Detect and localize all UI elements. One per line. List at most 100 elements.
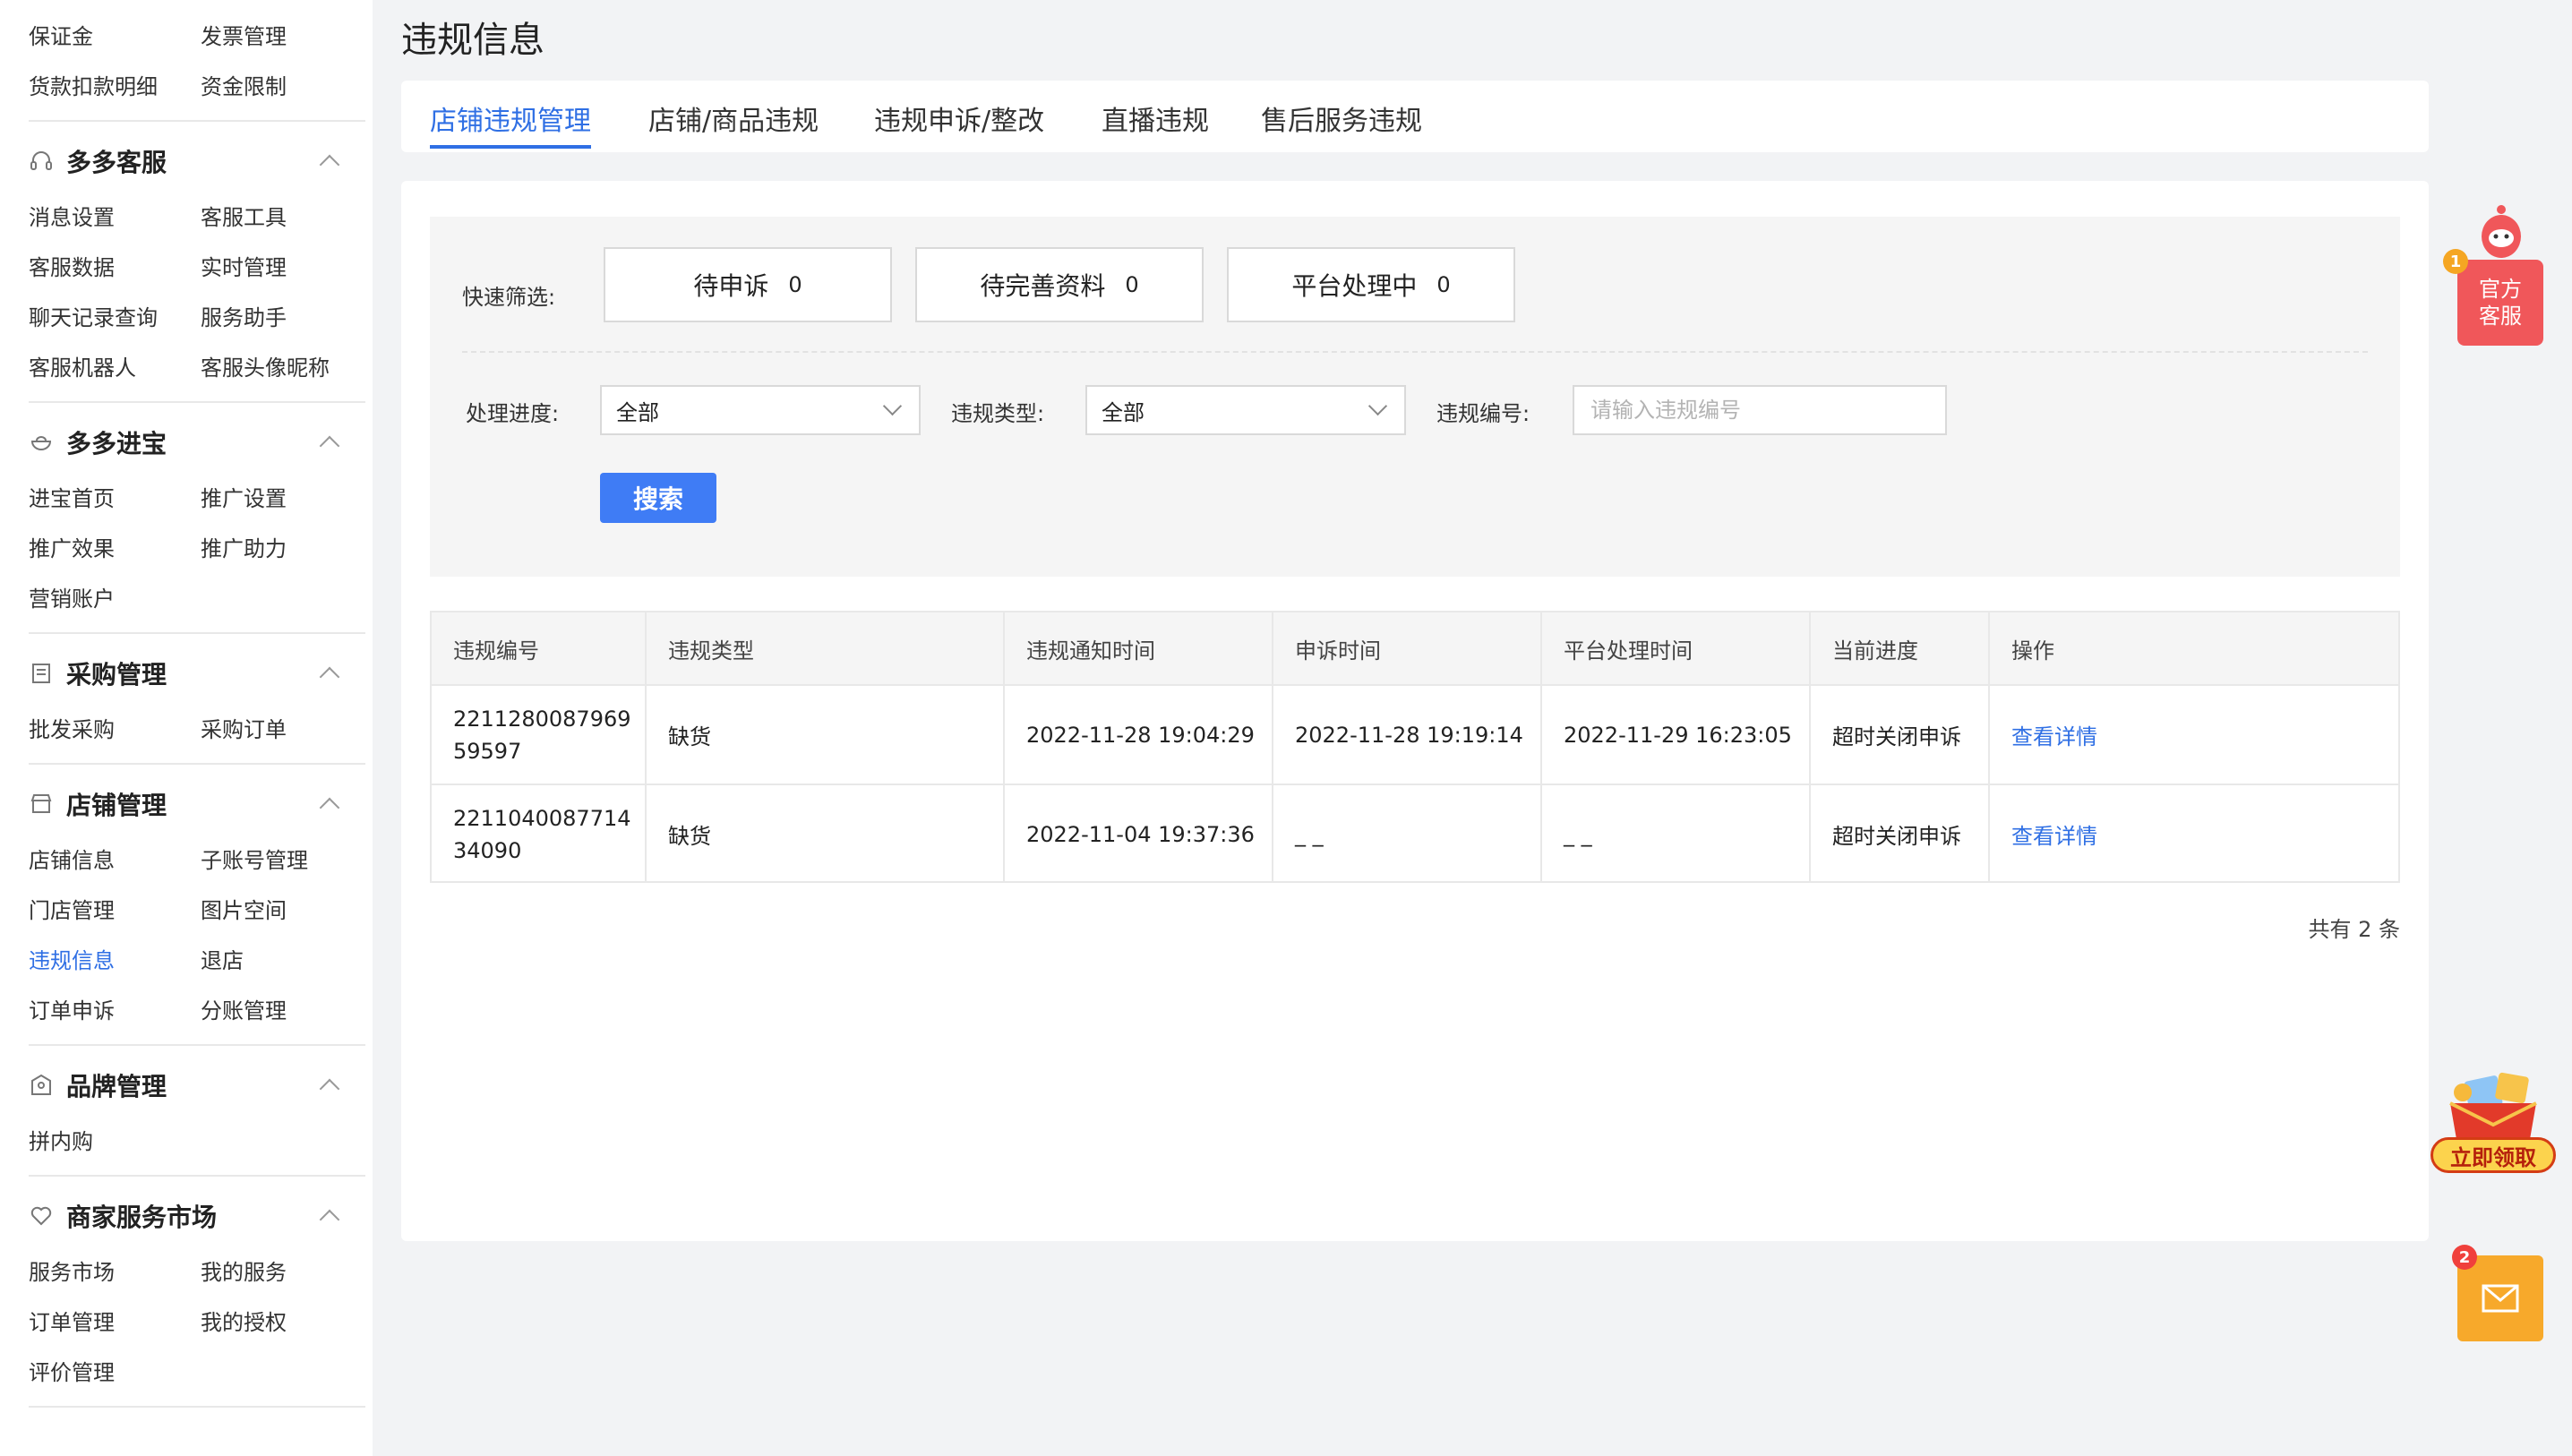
sidebar-item-promo-settings[interactable]: 推广设置 bbox=[201, 481, 373, 512]
sidebar-item-shop-management[interactable]: 门店管理 bbox=[29, 893, 201, 924]
notification-badge: 2 bbox=[2452, 1245, 2477, 1270]
sidebar-item-image-space[interactable]: 图片空间 bbox=[201, 893, 373, 924]
violations-table: 违规编号 违规类型 违规通知时间 申诉时间 平台处理时间 当前进度 操作 221… bbox=[430, 611, 2400, 883]
table-header: 违规编号 违规类型 违规通知时间 申诉时间 平台处理时间 当前进度 操作 bbox=[432, 612, 2398, 686]
sidebar-item-message-settings[interactable]: 消息设置 bbox=[29, 200, 201, 231]
sidebar-group-customer-service[interactable]: 多多客服 bbox=[0, 133, 373, 190]
sidebar-item-service-market[interactable]: 服务市场 bbox=[29, 1255, 201, 1286]
progress-cell: 超时关闭申诉 bbox=[1811, 785, 1990, 883]
platform-time-cell: 2022-11-29 16:23:05 bbox=[1542, 686, 1811, 784]
progress-select[interactable]: 全部 bbox=[600, 385, 921, 435]
sidebar-item-deduction-detail[interactable]: 货款扣款明细 bbox=[29, 69, 201, 100]
sidebar-item-invoice[interactable]: 发票管理 bbox=[201, 19, 373, 50]
table-row: 221128008796959597 缺货 2022-11-28 19:04:2… bbox=[432, 686, 2398, 785]
sidebar-item-jinbao-home[interactable]: 进宝首页 bbox=[29, 481, 201, 512]
column-header: 违规通知时间 bbox=[1005, 612, 1273, 684]
divider bbox=[462, 351, 2368, 353]
tab-store-violations[interactable]: 店铺违规管理 bbox=[430, 98, 591, 149]
official-customer-service-button[interactable]: 官方 客服 1 bbox=[2443, 204, 2543, 346]
sidebar-item-review-management[interactable]: 评价管理 bbox=[29, 1355, 201, 1386]
sidebar-row: 拼内购 bbox=[0, 1114, 373, 1164]
sidebar-item-cs-tools[interactable]: 客服工具 bbox=[201, 200, 373, 231]
mascot-icon bbox=[2482, 205, 2521, 258]
sidebar-item-split-account[interactable]: 分账管理 bbox=[201, 993, 373, 1024]
sidebar-item-cs-data[interactable]: 客服数据 bbox=[29, 250, 201, 281]
tab-store-product-violations[interactable]: 店铺/商品违规 bbox=[648, 98, 819, 149]
sidebar-item-wholesale[interactable]: 批发采购 bbox=[29, 712, 201, 743]
column-header: 操作 bbox=[2011, 638, 2054, 664]
sidebar-row: 订单管理 我的授权 bbox=[0, 1295, 373, 1345]
sidebar-item-my-services[interactable]: 我的服务 bbox=[201, 1255, 373, 1286]
divider bbox=[29, 1406, 365, 1408]
violation-id-input[interactable] bbox=[1573, 385, 1947, 435]
sidebar-row: 进宝首页 推广设置 bbox=[0, 471, 373, 521]
sidebar-row: 订单申诉 分账管理 bbox=[0, 983, 373, 1033]
sidebar-row: 客服数据 实时管理 bbox=[0, 240, 373, 290]
violation-id-cell: 221128008796959597 bbox=[432, 686, 647, 784]
sidebar-item-realtime[interactable]: 实时管理 bbox=[201, 250, 373, 281]
sidebar-item-promo-boost[interactable]: 推广助力 bbox=[201, 531, 373, 562]
type-filter-label: 违规类型: bbox=[951, 401, 1045, 426]
sidebar-group-store[interactable]: 店铺管理 bbox=[0, 775, 373, 833]
sidebar-item-marketing-account[interactable]: 营销账户 bbox=[29, 581, 201, 612]
sidebar-item-close-store[interactable]: 退店 bbox=[201, 943, 373, 974]
search-button[interactable]: 搜索 bbox=[600, 473, 716, 523]
view-details-link[interactable]: 查看详情 bbox=[2011, 719, 2097, 750]
progress-cell: 超时关闭申诉 bbox=[1811, 686, 1990, 784]
sidebar-item-sub-accounts[interactable]: 子账号管理 bbox=[201, 843, 373, 874]
promo-claim-button[interactable]: 立即领取 bbox=[2431, 1062, 2556, 1178]
sidebar-row: 违规信息 退店 bbox=[0, 933, 373, 983]
sidebar-item-my-authorization[interactable]: 我的授权 bbox=[201, 1305, 373, 1336]
sidebar-item-chat-history[interactable]: 聊天记录查询 bbox=[29, 300, 201, 331]
sidebar-item-internal-purchase[interactable]: 拼内购 bbox=[29, 1124, 201, 1155]
divider bbox=[29, 120, 365, 122]
violation-id: 221128008796959597 bbox=[453, 706, 631, 764]
sidebar-group-jinbao[interactable]: 多多进宝 bbox=[0, 414, 373, 471]
sidebar-group-purchase[interactable]: 采购管理 bbox=[0, 645, 373, 702]
sidebar-item-deposit[interactable]: 保证金 bbox=[29, 19, 201, 50]
sidebar-item-purchase-orders[interactable]: 采购订单 bbox=[201, 712, 373, 743]
sidebar-item-cs-avatar[interactable]: 客服头像昵称 bbox=[201, 350, 373, 381]
column-header: 申诉时间 bbox=[1273, 612, 1542, 684]
view-details-link[interactable]: 查看详情 bbox=[2011, 818, 2097, 850]
quick-filter-pending-appeal[interactable]: 待申诉 0 bbox=[604, 247, 892, 322]
divider bbox=[29, 763, 365, 765]
tab-violation-appeal[interactable]: 违规申诉/整改 bbox=[874, 98, 1044, 149]
quick-filter-count: 0 bbox=[1125, 272, 1139, 297]
sidebar-group-service-market[interactable]: 商家服务市场 bbox=[0, 1187, 373, 1245]
chevron-up-icon bbox=[319, 797, 340, 818]
sidebar-item-order-appeal[interactable]: 订单申诉 bbox=[29, 993, 201, 1024]
divider bbox=[29, 632, 365, 634]
tab-bar: 店铺违规管理 店铺/商品违规 违规申诉/整改 直播违规 售后服务违规 bbox=[401, 81, 2429, 152]
quick-filter-pending-info[interactable]: 待完善资料 0 bbox=[915, 247, 1204, 322]
sidebar-row: 服务市场 我的服务 bbox=[0, 1245, 373, 1295]
divider bbox=[29, 1044, 365, 1046]
quick-filter-label: 待完善资料 bbox=[980, 271, 1106, 301]
sidebar-item-service-assistant[interactable]: 服务助手 bbox=[201, 300, 373, 331]
group-title: 多多客服 bbox=[66, 148, 167, 177]
headset-icon bbox=[29, 149, 54, 174]
sidebar-item-cs-robot[interactable]: 客服机器人 bbox=[29, 350, 201, 381]
progress-select-value: 全部 bbox=[616, 399, 659, 425]
sidebar-group-brand[interactable]: 品牌管理 bbox=[0, 1057, 373, 1114]
quick-filter-platform-processing[interactable]: 平台处理中 0 bbox=[1227, 247, 1515, 322]
tab-after-sales-violations[interactable]: 售后服务违规 bbox=[1261, 98, 1422, 149]
violation-id-cell: 221104008771434090 bbox=[432, 785, 647, 883]
sidebar-row: 保证金 发票管理 bbox=[0, 9, 373, 59]
message-button[interactable]: 2 bbox=[2452, 1245, 2543, 1341]
chevron-up-icon bbox=[319, 666, 340, 688]
type-select[interactable]: 全部 bbox=[1085, 385, 1406, 435]
gift-bag-icon bbox=[2449, 1072, 2537, 1144]
sidebar-item-fund-limit[interactable]: 资金限制 bbox=[201, 69, 373, 100]
sidebar-item-promo-effect[interactable]: 推广效果 bbox=[29, 531, 201, 562]
notice-time-cell: 2022-11-28 19:04:29 bbox=[1005, 686, 1273, 784]
sidebar-item-violations[interactable]: 违规信息 bbox=[29, 943, 201, 974]
sidebar-row: 货款扣款明细 资金限制 bbox=[0, 59, 373, 109]
sidebar-item-store-info[interactable]: 店铺信息 bbox=[29, 843, 201, 874]
quick-filter-count: 0 bbox=[788, 272, 802, 297]
purchase-list-icon bbox=[29, 661, 54, 686]
sidebar-item-order-management[interactable]: 订单管理 bbox=[29, 1305, 201, 1336]
tab-live-violations[interactable]: 直播违规 bbox=[1102, 98, 1209, 149]
promo-label: 立即领取 bbox=[2431, 1137, 2556, 1173]
sidebar-row: 店铺信息 子账号管理 bbox=[0, 833, 373, 883]
